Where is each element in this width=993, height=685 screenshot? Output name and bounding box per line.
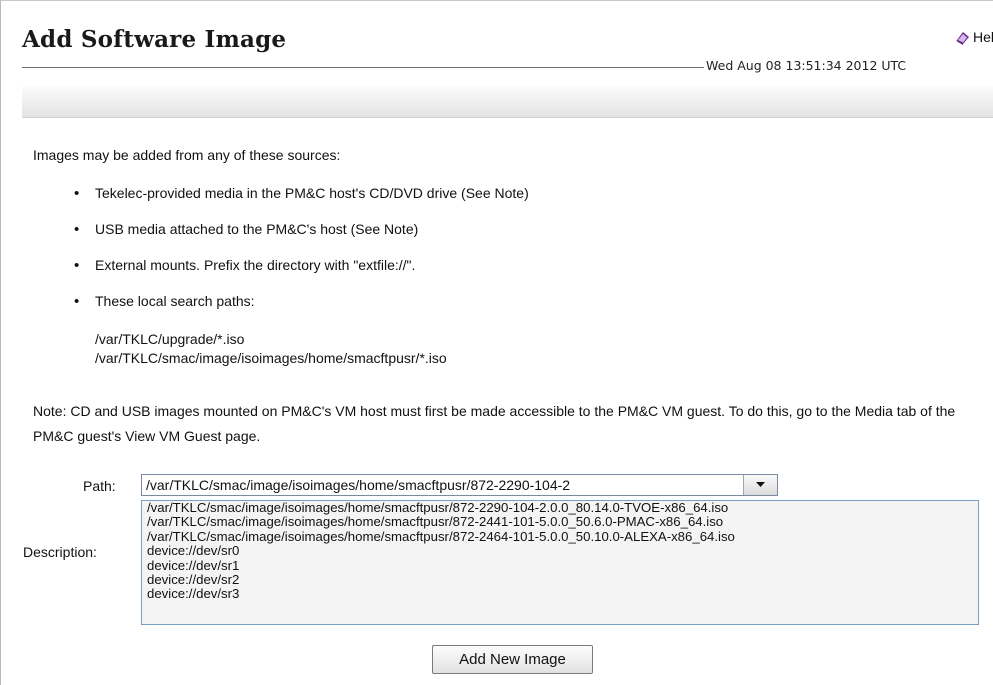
path-label: Path: [83,478,116,494]
path-option[interactable]: /var/TKLC/smac/image/isoimages/home/smac… [142,501,978,515]
path-select[interactable]: /var/TKLC/smac/image/isoimages/home/smac… [141,474,778,496]
path-option[interactable]: /var/TKLC/smac/image/isoimages/home/smac… [142,514,978,529]
search-paths: /var/TKLC/upgrade/*.iso /var/TKLC/smac/i… [95,330,447,368]
path-option[interactable]: device://dev/sr3 [142,587,978,602]
path-dropdown-button[interactable] [743,475,777,495]
source-list: Tekelec-provided media in the PM&C host'… [74,184,529,328]
list-item: These local search paths: [74,292,529,328]
path-option[interactable]: /var/TKLC/smac/image/isoimages/home/smac… [142,529,978,544]
help-label: Help [973,29,993,45]
help-link[interactable]: Help [955,29,993,45]
chevron-down-icon [756,482,765,487]
title-divider [22,67,704,68]
timestamp: Wed Aug 08 13:51:34 2012 UTC [706,58,907,73]
list-item: External mounts. Prefix the directory wi… [74,256,529,292]
path-option[interactable]: device://dev/sr0 [142,543,978,558]
search-path: /var/TKLC/smac/image/isoimages/home/smac… [95,349,447,366]
list-item: USB media attached to the PM&C's host (S… [74,220,529,256]
intro-text: Images may be added from any of these so… [33,147,341,163]
note-text: Note: CD and USB images mounted on PM&C'… [33,403,956,444]
path-select-value: /var/TKLC/smac/image/isoimages/home/smac… [146,477,571,493]
list-item: Tekelec-provided media in the PM&C host'… [74,184,529,220]
toolbar-bar [22,86,993,118]
help-book-icon [956,32,969,45]
description-label: Description: [23,544,97,560]
page-title: Add Software Image [22,26,287,53]
path-option[interactable]: device://dev/sr1 [142,558,978,573]
path-options-list[interactable]: /var/TKLC/smac/image/isoimages/home/smac… [141,500,979,625]
path-option[interactable]: device://dev/sr2 [142,572,978,587]
add-new-image-button[interactable]: Add New Image [432,645,593,674]
search-path: /var/TKLC/upgrade/*.iso [95,331,245,347]
